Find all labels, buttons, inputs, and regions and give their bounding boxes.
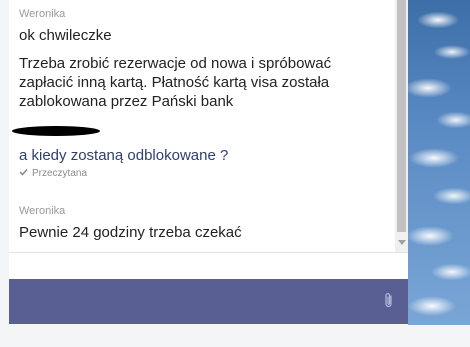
message-text: ok chwileczke [19,27,112,44]
own-message-text: a kiedy zostaną odblokowane ? [19,147,229,164]
page-bottom [0,325,470,347]
message-sender: Weronika [19,8,66,20]
read-status-label: Przeczytana [32,168,88,179]
scroll-down-arrow-icon[interactable] [398,240,406,245]
message-text-line: zablokowana przez Pański bank [19,93,234,110]
message-4: Weronika Pewnie 24 godziny trzeba czekać [19,205,389,242]
message-text: Pewnie 24 godziny trzeba czekać [19,224,242,241]
redaction-mark [12,126,100,136]
chat-footer-spacer [9,253,408,279]
check-icon [19,168,28,179]
message-composer[interactable] [9,279,408,324]
background-sky [408,0,470,325]
chat-scrollbar[interactable] [395,0,408,252]
message-3-own: a kiedy zostaną odblokowane ? Przeczytan… [19,146,389,179]
scrollbar-thumb[interactable] [397,0,406,232]
message-text-line: Trzeba zrobić rezerwacje od nowa i sprób… [19,55,332,72]
read-status: Przeczytana [19,168,389,179]
message-2: Trzeba zrobić rezerwacje od nowa i sprób… [19,54,389,111]
message-sender: Weronika [19,205,66,217]
paperclip-icon[interactable] [384,292,394,314]
message-1: Weronika ok chwileczke [19,8,389,45]
chat-panel: Weronika ok chwileczke Trzeba zrobić rez… [9,0,395,260]
message-text-line: zapłacić inną kartą. Płatność kartą visa… [19,74,330,91]
